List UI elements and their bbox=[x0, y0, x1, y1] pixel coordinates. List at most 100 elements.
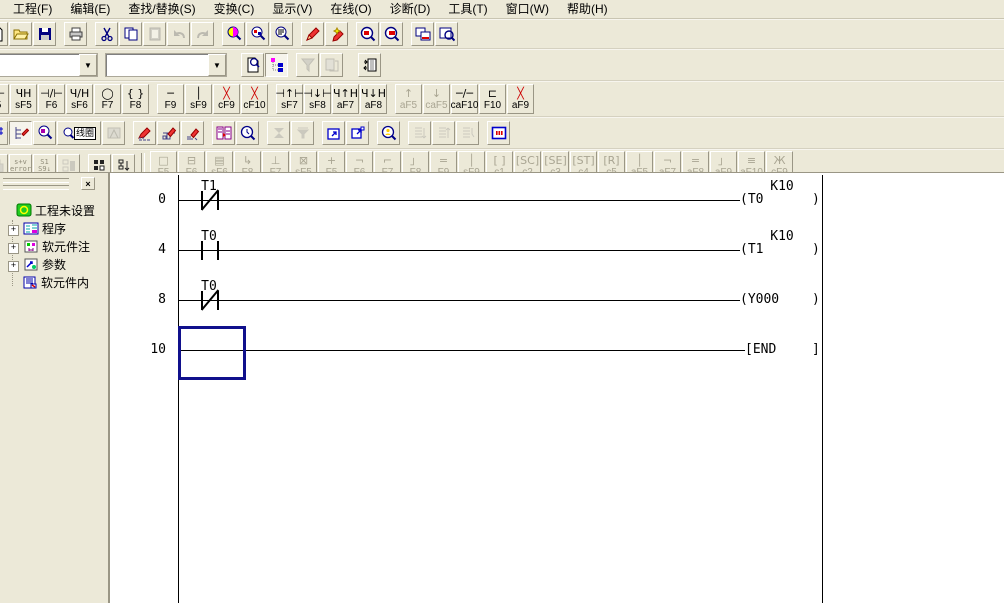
instruction-list-button[interactable] bbox=[358, 53, 381, 77]
cascade-windows-button[interactable] bbox=[411, 22, 434, 46]
program-type-combo[interactable]: 序 ▼ bbox=[0, 53, 98, 77]
ladder-btn-closed-contact[interactable]: ⊣/⊢F6 bbox=[38, 84, 65, 114]
monitor-search-button[interactable] bbox=[377, 121, 400, 145]
ladder-btn-delete-vertical-line[interactable]: ╳cF10 bbox=[241, 84, 268, 114]
menu-edit[interactable]: 编辑(E) bbox=[61, 0, 119, 18]
menu-tools[interactable]: 工具(T) bbox=[439, 0, 496, 18]
ladder-write-button[interactable] bbox=[301, 22, 324, 46]
ladder-btn-parallel-open-contact[interactable]: ЧНsF5 bbox=[10, 84, 37, 114]
menu-help[interactable]: 帮助(H) bbox=[558, 0, 617, 18]
expand-plus-icon[interactable]: + bbox=[8, 243, 19, 254]
expand-plus-icon[interactable]: + bbox=[8, 261, 19, 272]
tree-root-label: 工程未设置 bbox=[35, 204, 95, 218]
menu-window[interactable]: 窗口(W) bbox=[497, 0, 558, 18]
data-name-combo[interactable]: ▼ bbox=[105, 53, 227, 77]
open-window-button[interactable] bbox=[322, 121, 345, 145]
ladder-btn-horizontal-line[interactable]: ─F9 bbox=[157, 84, 184, 114]
monitor-condition-button[interactable] bbox=[456, 121, 479, 145]
expand-plus-icon[interactable]: + bbox=[8, 225, 19, 236]
ladder-btn-rising-pulse[interactable]: ⊣↑⊢sF7 bbox=[276, 84, 303, 114]
sfc-transition-icon: ⊠ bbox=[299, 154, 308, 167]
device-test-button[interactable] bbox=[487, 121, 510, 145]
statement-display-button[interactable] bbox=[9, 121, 32, 145]
tree-item-parameter[interactable]: +参数 bbox=[0, 256, 108, 274]
ladder-btn-open-contact[interactable]: ⊣⊢F5 bbox=[0, 84, 9, 114]
menu-find-replace[interactable]: 查找/替换(S) bbox=[119, 0, 204, 18]
menu-online[interactable]: 在线(O) bbox=[321, 0, 380, 18]
ladder-btn-branch-line[interactable]: ⊏F10 bbox=[479, 84, 506, 114]
buffer-memory-button[interactable] bbox=[432, 121, 455, 145]
step-number: 0 bbox=[110, 193, 166, 207]
sfc-selection-convergence-icon: ⌐ bbox=[383, 154, 392, 167]
ladder-insert-button[interactable] bbox=[325, 22, 348, 46]
edit-cursor-selection[interactable] bbox=[178, 326, 246, 380]
project-data-list-button[interactable] bbox=[265, 53, 288, 77]
toolbar-separator bbox=[404, 20, 411, 48]
block-exchange-button[interactable] bbox=[212, 121, 235, 145]
funnel-button[interactable] bbox=[296, 53, 319, 77]
copy-button[interactable] bbox=[119, 22, 142, 46]
device-search-button[interactable] bbox=[33, 121, 56, 145]
sfc-st-icon: [ST] bbox=[572, 154, 594, 167]
close-panel-button[interactable]: × bbox=[81, 177, 95, 190]
coil-close-paren: ) bbox=[812, 293, 820, 307]
ladder-btn-parallel-falling-pulse[interactable]: Ч↓НaF8 bbox=[360, 84, 387, 114]
open-button[interactable] bbox=[9, 22, 32, 46]
tree-item-device-memory[interactable]: 软元件内 bbox=[0, 274, 108, 292]
coil-label: (T1 bbox=[740, 243, 763, 257]
ladder-editor[interactable]: 0 T1 K10 (T0 ) 4 T0 K10 (T1 ) bbox=[109, 173, 1004, 603]
redo-button[interactable] bbox=[191, 22, 214, 46]
fkey-label: caF5 bbox=[425, 100, 447, 111]
find-device-button[interactable] bbox=[222, 22, 245, 46]
panel-grip[interactable] bbox=[3, 178, 69, 183]
ladder-monitor-mode-button[interactable] bbox=[181, 121, 204, 145]
tree-item-device-comment[interactable]: +软元件注 bbox=[0, 238, 108, 256]
cut-button[interactable] bbox=[95, 22, 118, 46]
ladder-btn-parallel-closed-contact[interactable]: Ч/НsF6 bbox=[66, 84, 93, 114]
ladder-btn-falling-pulse[interactable]: ⊣↓⊢sF8 bbox=[304, 84, 331, 114]
red-pencil-plus-icon bbox=[329, 26, 345, 42]
project-window-magnify-button[interactable] bbox=[435, 22, 458, 46]
macro-button[interactable] bbox=[102, 121, 125, 145]
new-window-button[interactable] bbox=[346, 121, 369, 145]
find-contact-coil-button[interactable] bbox=[246, 22, 269, 46]
ladder-btn-falling-gray[interactable]: ↓caF5 bbox=[423, 84, 450, 114]
parameter-dialog-button[interactable] bbox=[320, 53, 343, 77]
find-string-button[interactable] bbox=[270, 22, 293, 46]
ladder-read-mode-button[interactable] bbox=[157, 121, 180, 145]
toolbar-separator bbox=[57, 20, 64, 48]
menu-view[interactable]: 显示(V) bbox=[263, 0, 321, 18]
save-button[interactable] bbox=[33, 22, 56, 46]
menu-diagnostics[interactable]: 诊断(D) bbox=[381, 0, 440, 18]
paste-button[interactable] bbox=[143, 22, 166, 46]
time-monitor-button[interactable] bbox=[236, 121, 259, 145]
coil-search-button[interactable]: 线圈 bbox=[57, 121, 101, 145]
monitor-stop-button[interactable] bbox=[291, 121, 314, 145]
menu-convert[interactable]: 变换(C) bbox=[205, 0, 264, 18]
ladder-btn-parallel-rising-pulse[interactable]: Ч↑НaF7 bbox=[332, 84, 359, 114]
monitor-pause-button[interactable] bbox=[267, 121, 290, 145]
print-button[interactable] bbox=[64, 22, 87, 46]
tree-item-program[interactable]: +程序 bbox=[0, 220, 108, 238]
panel-grip[interactable] bbox=[3, 185, 69, 190]
ladder-btn-vertical-line[interactable]: │sF9 bbox=[185, 84, 212, 114]
tree-root-project[interactable]: 工程未设置 bbox=[0, 202, 108, 220]
ladder-btn-invert-result[interactable]: ─/─caF10 bbox=[451, 84, 478, 114]
zoom-in-button[interactable] bbox=[356, 22, 379, 46]
device-batch-button[interactable] bbox=[408, 121, 431, 145]
dropdown-arrow-icon[interactable]: ▼ bbox=[79, 54, 97, 76]
ladder-btn-delete-horizontal-line[interactable]: ╳cF9 bbox=[213, 84, 240, 114]
left-power-rail bbox=[178, 175, 179, 603]
ladder-btn-delete-branch[interactable]: ╳aF9 bbox=[507, 84, 534, 114]
ladder-btn-coil[interactable]: ◯F7 bbox=[94, 84, 121, 114]
dropdown-arrow-icon[interactable]: ▼ bbox=[208, 54, 226, 76]
zoom-out-button[interactable] bbox=[380, 22, 403, 46]
comment-display-button[interactable] bbox=[0, 121, 8, 145]
ladder-btn-rising-gray[interactable]: ↑aF5 bbox=[395, 84, 422, 114]
new-button[interactable] bbox=[0, 22, 8, 46]
ladder-write-mode-button[interactable] bbox=[133, 121, 156, 145]
ladder-btn-application-instruction[interactable]: { }F8 bbox=[122, 84, 149, 114]
undo-button[interactable] bbox=[167, 22, 190, 46]
document-search-button[interactable] bbox=[241, 53, 264, 77]
menu-project[interactable]: 工程(F) bbox=[4, 0, 61, 18]
